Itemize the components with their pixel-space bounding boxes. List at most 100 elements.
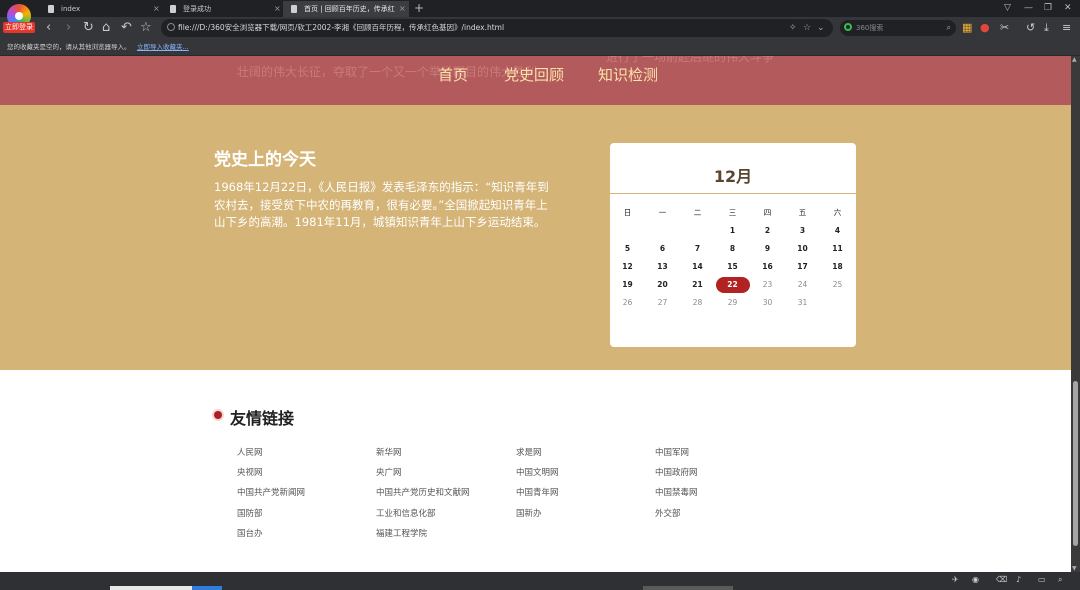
- record-icon[interactable]: ◉: [972, 572, 979, 588]
- calendar-week: 19 20 21 22 23 24 25: [610, 276, 856, 294]
- favorite-star-icon[interactable]: ☆: [140, 19, 152, 37]
- undo-close-icon[interactable]: ↶: [121, 19, 132, 37]
- browser-logo[interactable]: 立即登录: [3, 2, 35, 34]
- divider: [610, 193, 856, 194]
- bookmark-star-icon[interactable]: ☆: [803, 19, 811, 37]
- nav-home[interactable]: 首页: [438, 64, 468, 85]
- weekday: 一: [658, 208, 667, 217]
- browser-toolbar: ‹ › ↻ ⌂ ↶ ☆ file:///D:/360安全浏览器下载/网页/软工2…: [0, 17, 1080, 39]
- link-item[interactable]: 中国禁毒网: [655, 486, 698, 498]
- weekday-header: 日 一 二 三 四 五 六: [610, 204, 856, 222]
- link-item[interactable]: 新华网: [376, 446, 402, 458]
- tab-homepage[interactable]: 首页 | 回顾百年历史，传承红 ×: [283, 1, 409, 17]
- reload-icon[interactable]: ↻: [83, 19, 94, 37]
- calendar-day: 11: [832, 244, 843, 253]
- link-item[interactable]: 国台办: [237, 527, 263, 539]
- address-url[interactable]: file:///D:/360安全浏览器下载/网页/软工2002-李湘《回顾百年历…: [178, 19, 504, 37]
- link-item[interactable]: 国新办: [516, 507, 542, 519]
- link-item[interactable]: 央视网: [237, 466, 263, 478]
- chevron-down-icon[interactable]: ⌄: [817, 19, 825, 37]
- link-item[interactable]: 央广网: [376, 466, 402, 478]
- close-icon[interactable]: ×: [274, 1, 281, 17]
- calendar: 12月 日 一 二 三 四 五 六 1 2 3 4 5 6 7 8 9 10 1…: [610, 143, 856, 347]
- menu-icon[interactable]: ▽: [1004, 0, 1011, 16]
- calendar-week: 1 2 3 4: [610, 222, 856, 240]
- taskbar-app[interactable]: [643, 586, 733, 590]
- calendar-day: 2: [764, 226, 771, 235]
- back-icon[interactable]: ‹: [46, 19, 51, 37]
- hero-banner: 壮阔的伟大长征，夺取了一个又一个举世瞩目的伟大胜利 进行了一场前赴后继的伟大斗争…: [0, 56, 1071, 106]
- scissors-icon[interactable]: ✂: [1000, 19, 1009, 37]
- search-icon[interactable]: ⌕: [1058, 572, 1062, 588]
- sparkle-icon[interactable]: ✧: [789, 19, 797, 37]
- scroll-down-icon[interactable]: ▼: [1072, 565, 1077, 572]
- search-icon[interactable]: ⌕: [947, 20, 951, 36]
- link-item[interactable]: 中国共产党历史和文献网: [376, 486, 470, 498]
- tab-label: index: [61, 5, 81, 13]
- game-icon[interactable]: ●: [980, 19, 990, 37]
- link-item[interactable]: 国防部: [237, 507, 263, 519]
- undo-icon[interactable]: ↺: [1026, 19, 1035, 37]
- address-bar[interactable]: file:///D:/360安全浏览器下载/网页/软工2002-李湘《回顾百年历…: [161, 19, 833, 37]
- new-tab-button[interactable]: +: [414, 0, 424, 16]
- calendar-day: 21: [692, 280, 703, 289]
- nav-party-history[interactable]: 党史回顾: [504, 64, 564, 85]
- calendar-day: 14: [692, 262, 703, 271]
- minimize-button[interactable]: —: [1024, 0, 1033, 16]
- import-bookmarks-link[interactable]: 立即导入收藏夹...: [137, 39, 189, 55]
- calendar-day: 6: [659, 244, 666, 253]
- window-icon[interactable]: ▭: [1038, 572, 1046, 588]
- page-scrollbar[interactable]: ▲ ▼: [1071, 56, 1080, 572]
- calendar-day: 27: [657, 298, 668, 307]
- calendar-day: 9: [764, 244, 771, 253]
- calendar-day: 28: [692, 298, 703, 307]
- weekday: 三: [728, 208, 737, 217]
- history-text: 1968年12月22日，《人民日报》发表毛泽东的指示：“知识青年到农村去，接受贫…: [214, 180, 549, 229]
- login-badge[interactable]: 立即登录: [3, 22, 35, 33]
- forward-icon[interactable]: ›: [66, 19, 71, 37]
- link-item[interactable]: 中国共产党新闻网: [237, 486, 305, 498]
- link-item[interactable]: 中国军网: [655, 446, 689, 458]
- calendar-day: 30: [762, 298, 773, 307]
- close-icon[interactable]: ×: [153, 1, 160, 17]
- calendar-day: [645, 222, 680, 240]
- menu-icon[interactable]: ≡: [1062, 19, 1071, 37]
- tab-index[interactable]: index ×: [40, 1, 160, 17]
- close-icon[interactable]: ×: [399, 1, 406, 17]
- link-item[interactable]: 中国青年网: [516, 486, 559, 498]
- link-item[interactable]: 外交部: [655, 507, 681, 519]
- tab-label: 登录成功: [183, 5, 211, 13]
- taskbar-app[interactable]: [110, 586, 192, 590]
- nav-quiz[interactable]: 知识检测: [598, 64, 658, 85]
- tab-login-success[interactable]: 登录成功 ×: [162, 1, 282, 17]
- link-item[interactable]: 求是网: [516, 446, 542, 458]
- restore-button[interactable]: ❐: [1044, 0, 1052, 16]
- download-icon[interactable]: ⤓: [1044, 19, 1049, 37]
- close-window-button[interactable]: ✕: [1064, 0, 1072, 16]
- link-item[interactable]: 中国政府网: [655, 466, 698, 478]
- calendar-day: 8: [729, 244, 736, 253]
- page-icon: [170, 5, 176, 13]
- taskbar: ✈ ◉ ⌫ ♪ ▭ ⌕: [0, 572, 1080, 590]
- calendar-day: 24: [797, 280, 808, 289]
- search-input[interactable]: 360搜索: [856, 20, 883, 36]
- link-item[interactable]: 人民网: [237, 446, 263, 458]
- speaker-icon[interactable]: ♪: [1016, 572, 1021, 588]
- calendar-week: 12 13 14 15 16 17 18: [610, 258, 856, 276]
- link-item[interactable]: 福建工程学院: [376, 527, 427, 539]
- apps-grid-icon[interactable]: ▦: [962, 19, 972, 37]
- rocket-icon[interactable]: ✈: [952, 572, 959, 588]
- link-item[interactable]: 中国文明网: [516, 466, 559, 478]
- scrollbar-thumb[interactable]: [1073, 381, 1078, 546]
- calendar-day: [680, 222, 715, 240]
- trash-icon[interactable]: ⌫: [996, 572, 1007, 588]
- search-box[interactable]: 360搜索 ⌕: [840, 20, 956, 36]
- link-item[interactable]: 工业和信息化部: [376, 507, 436, 519]
- today-in-history-section: 党史上的今天 1968年12月22日，《人民日报》发表毛泽东的指示：“知识青年到…: [0, 105, 1071, 370]
- page-viewport: 壮阔的伟大长征，夺取了一个又一个举世瞩目的伟大胜利 进行了一场前赴后继的伟大斗争…: [0, 56, 1071, 572]
- calendar-day: 26: [622, 298, 633, 307]
- home-icon[interactable]: ⌂: [102, 19, 110, 37]
- weekday: 四: [763, 208, 772, 217]
- scroll-up-icon[interactable]: ▲: [1072, 56, 1077, 63]
- taskbar-app[interactable]: [192, 586, 222, 590]
